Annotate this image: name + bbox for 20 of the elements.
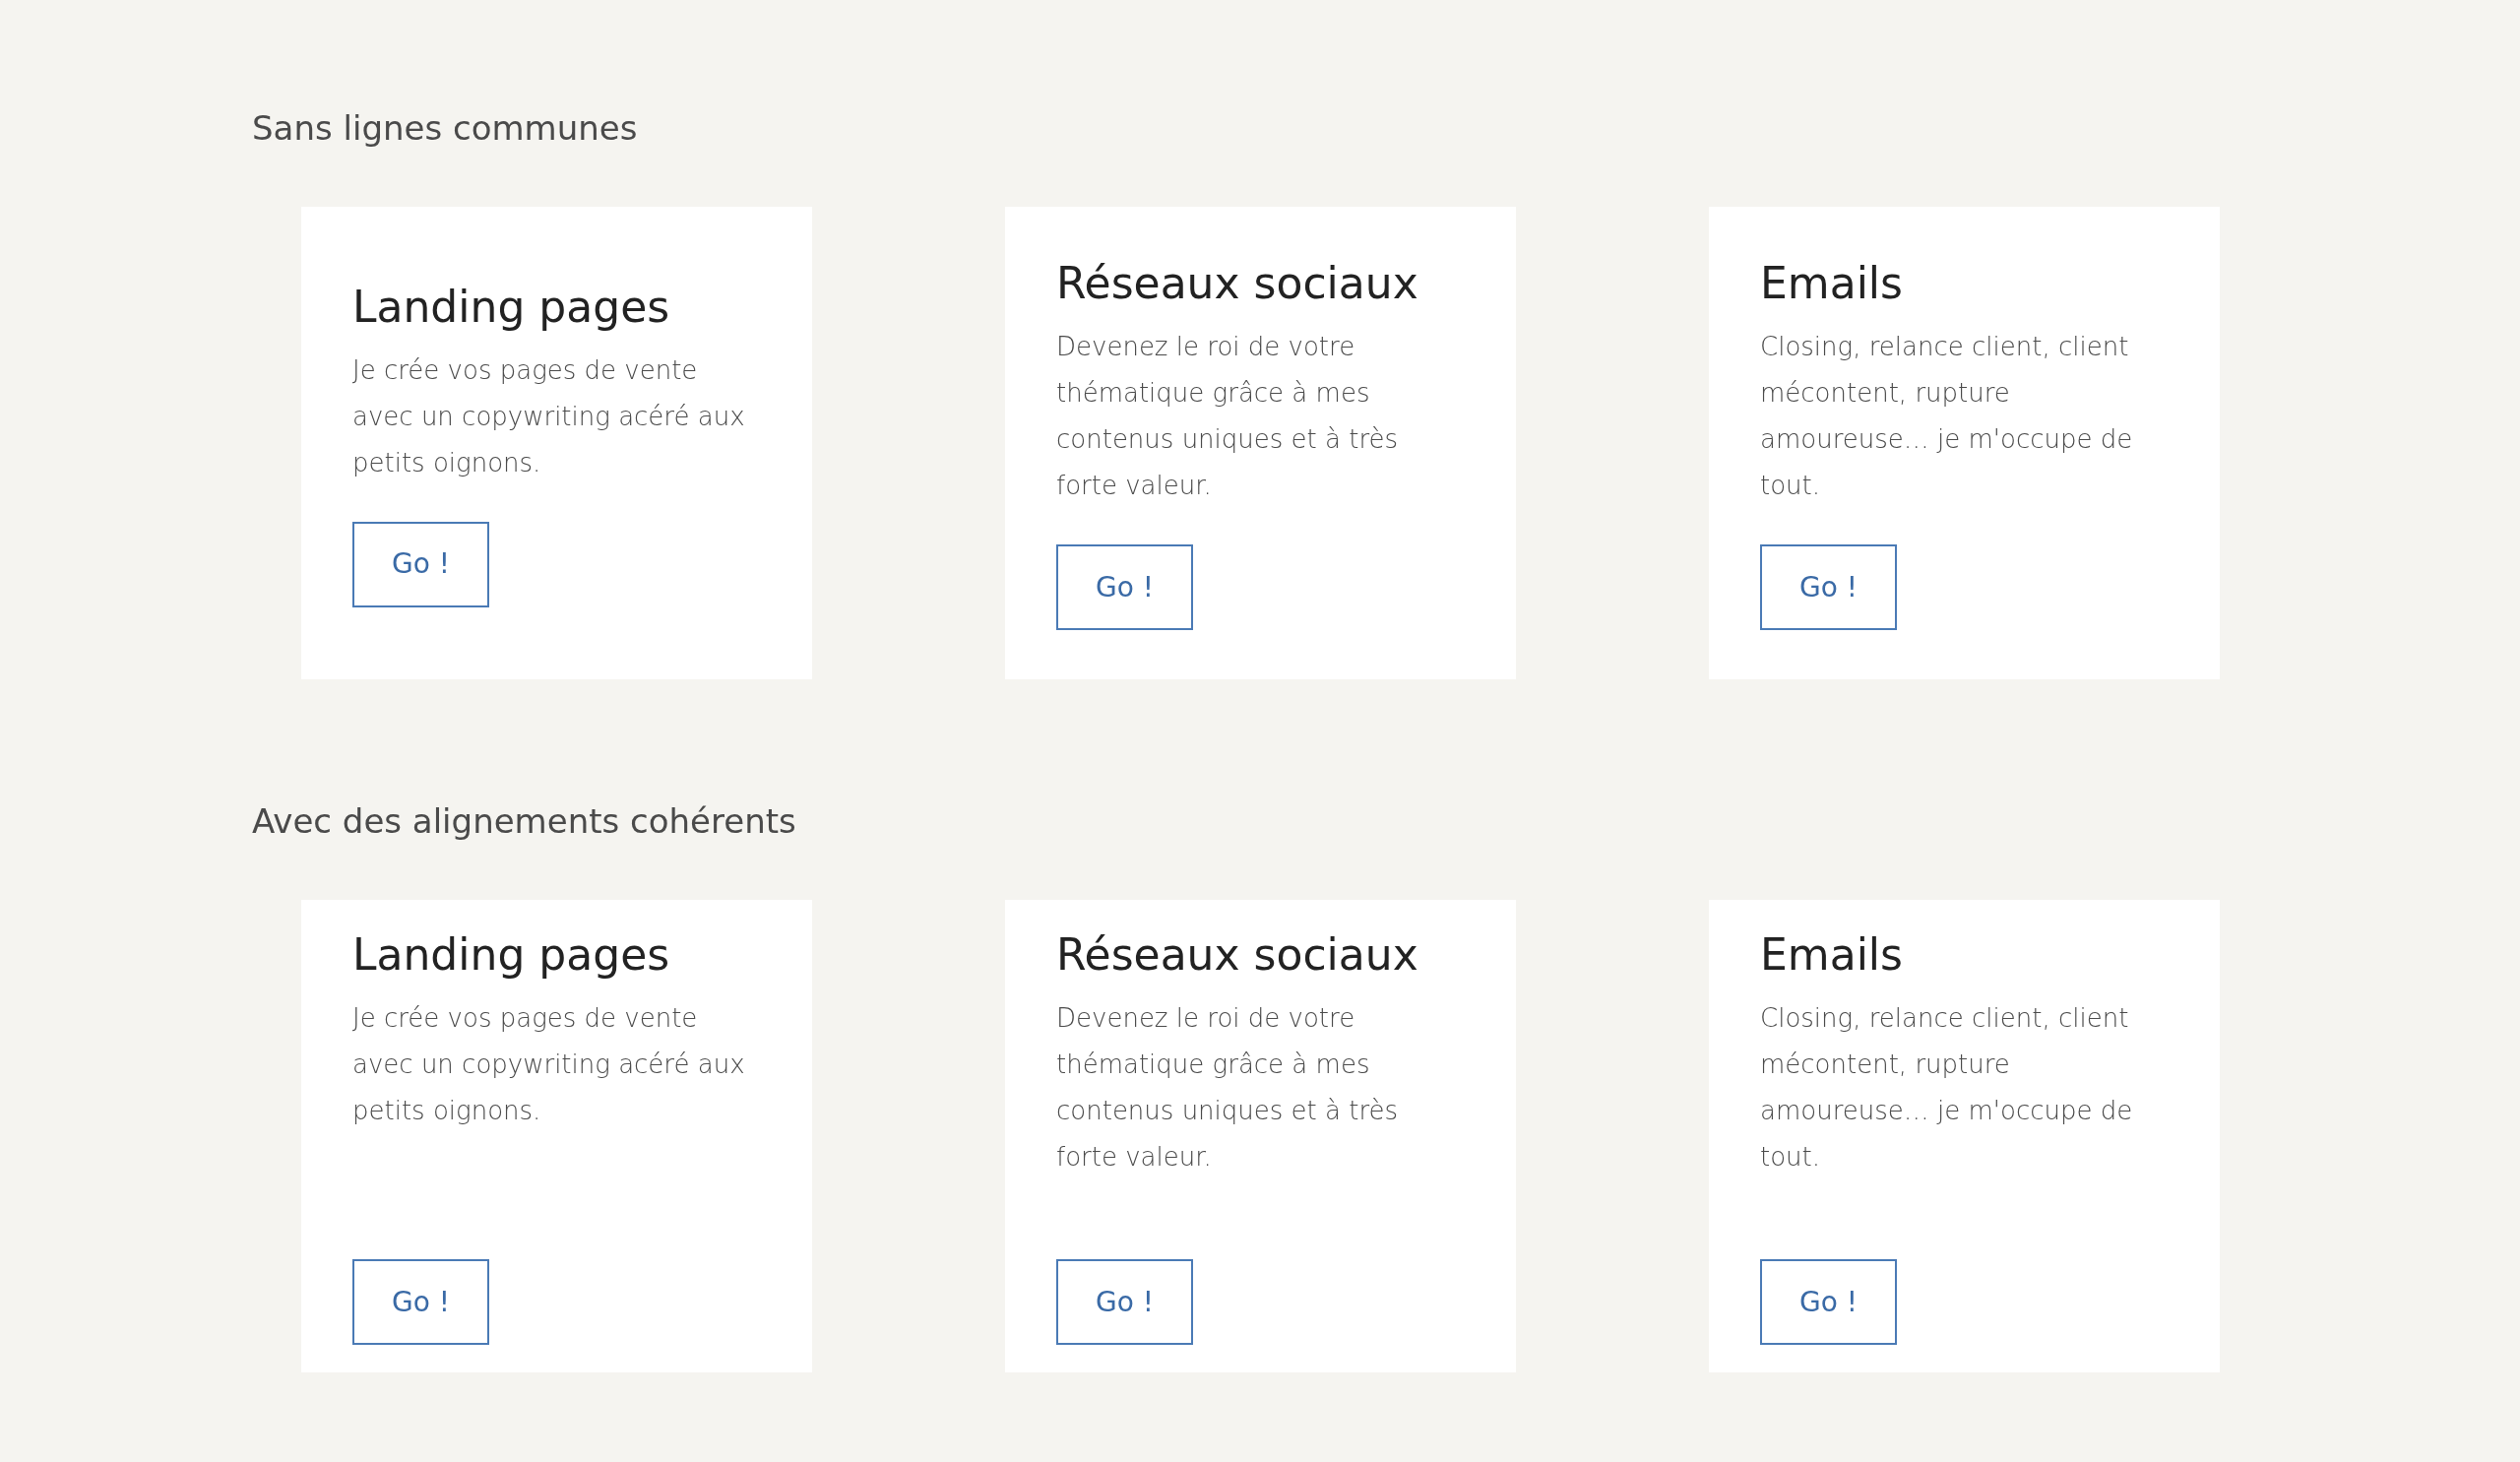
go-button[interactable]: Go ! (1056, 544, 1193, 631)
section-heading: Sans lignes communes (252, 107, 639, 150)
go-button[interactable]: Go ! (352, 1259, 489, 1346)
card-title: Landing pages (352, 280, 671, 334)
go-button[interactable]: Go ! (1760, 544, 1897, 631)
card-description: Devenez le roi de votre thématique grâce à mes contenus uniques et à très forte valeur. (1056, 331, 1400, 503)
card-description: Closing, relance client, client mécontent, rupture amoureuse… je m'occupe de tout. (1760, 1002, 2134, 1175)
go-button[interactable]: Go ! (352, 521, 489, 607)
go-button[interactable]: Go ! (1056, 1259, 1193, 1346)
card-description: Closing, relance client, client mécontent, rupture amoureuse… je m'occupe de tout. (1760, 331, 2134, 503)
card-title: Landing pages (352, 928, 671, 983)
card-description: Je crée vos pages de vente avec un copywriting acéré aux petits oignons. (352, 1002, 746, 1128)
go-button[interactable]: Go ! (1760, 1259, 1897, 1346)
card-title: Emails (1760, 928, 1904, 983)
card-title: Emails (1760, 257, 1904, 311)
card-title: Réseaux sociaux (1056, 928, 1419, 983)
card-title: Réseaux sociaux (1056, 257, 1419, 311)
card-description: Je crée vos pages de vente avec un copywriting acéré aux petits oignons. (352, 353, 746, 479)
section-heading: Avec des alignements cohérents (252, 800, 797, 844)
card-description: Devenez le roi de votre thématique grâce à mes contenus uniques et à très forte valeur. (1056, 1002, 1400, 1175)
